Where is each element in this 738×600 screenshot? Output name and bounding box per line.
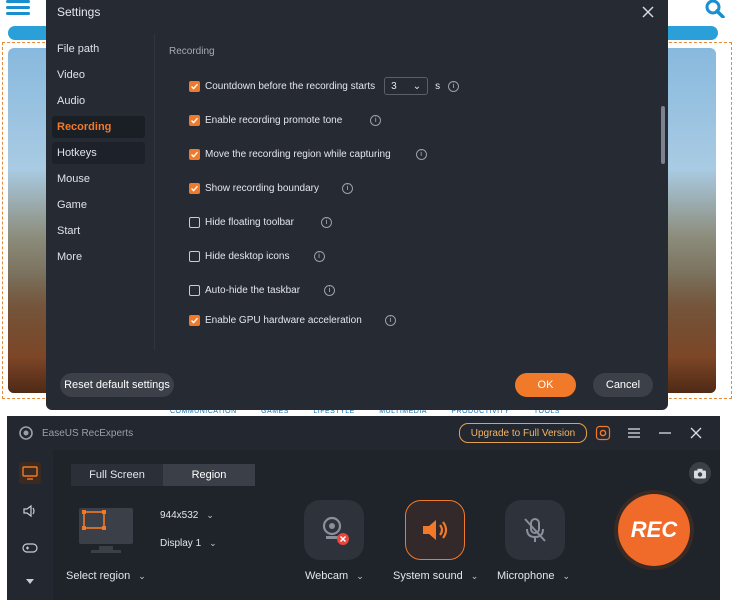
settings-dialog: Settings File path Video Audio Recording… xyxy=(46,0,668,410)
option-label: Move the recording region while capturin… xyxy=(205,148,391,160)
countdown-value: 3 xyxy=(391,80,397,92)
recorder-window: EaseUS RecExperts Upgrade to Full Versio… xyxy=(7,416,720,600)
checkbox[interactable] xyxy=(189,148,200,160)
display-value: Display 1 xyxy=(160,538,202,549)
select-region-label: Select region xyxy=(66,570,131,582)
settings-scrollbar[interactable] xyxy=(661,106,665,164)
sidebar-item-hotkeys[interactable]: Hotkeys xyxy=(52,142,145,164)
system-sound-label: System sound xyxy=(393,570,463,582)
option-hide-toolbar: Hide floating toolbar i xyxy=(189,214,332,230)
screen-mode-icon[interactable] xyxy=(19,462,41,484)
app-logo-icon xyxy=(19,426,33,440)
settings-gear-icon[interactable] xyxy=(594,424,612,442)
game-mode-icon[interactable] xyxy=(19,537,41,559)
option-label: Enable recording promote tone xyxy=(205,114,343,126)
option-label: Enable GPU hardware acceleration xyxy=(205,314,362,326)
option-hide-desktop-icons: Hide desktop icons i xyxy=(189,248,325,264)
settings-title: Settings xyxy=(57,5,101,19)
option-label: Hide desktop icons xyxy=(205,250,290,262)
option-label: Hide floating toolbar xyxy=(205,216,294,228)
select-region-dropdown[interactable]: Select region ⌄ xyxy=(66,570,146,582)
minimize-icon[interactable] xyxy=(656,424,674,442)
option-move-region: Move the recording region while capturin… xyxy=(189,146,427,162)
webcam-label: Webcam xyxy=(305,570,349,582)
settings-content: Recording Countdown before the recording… xyxy=(154,34,663,350)
option-label: Auto-hide the taskbar xyxy=(205,284,301,296)
resolution-select[interactable]: 944x532 ⌄ xyxy=(160,510,214,521)
app-name: EaseUS RecExperts xyxy=(42,428,134,439)
info-icon[interactable]: i xyxy=(370,114,382,126)
screenshot-camera-icon[interactable] xyxy=(689,462,711,484)
chevron-down-icon: ⌄ xyxy=(356,570,364,581)
checkbox[interactable] xyxy=(189,314,200,326)
checkbox[interactable] xyxy=(189,250,200,262)
system-sound-dropdown[interactable]: System sound ⌄ xyxy=(393,570,478,582)
close-icon[interactable] xyxy=(638,2,658,22)
region-monitor-icon[interactable] xyxy=(77,506,135,556)
search-icon[interactable] xyxy=(704,0,726,19)
info-icon[interactable]: i xyxy=(324,284,336,296)
sidebar-item-video[interactable]: Video xyxy=(52,64,145,86)
info-icon[interactable]: i xyxy=(384,314,396,326)
recorder-panel: Full Screen Region 944x532 ⌄ Display 1 ⌄ S… xyxy=(53,450,720,600)
countdown-unit: s xyxy=(435,80,441,92)
option-countdown: Countdown before the recording starts 3 ⌄… xyxy=(189,77,460,95)
hamburger-menu-icon[interactable] xyxy=(6,0,30,15)
microphone-label: Microphone xyxy=(497,570,555,582)
recorder-mode-sidebar xyxy=(7,450,53,600)
tab-full-screen[interactable]: Full Screen xyxy=(71,464,163,486)
section-title: Recording xyxy=(169,46,215,57)
option-auto-hide-taskbar: Auto-hide the taskbar i xyxy=(189,282,336,298)
display-select[interactable]: Display 1 ⌄ xyxy=(160,538,217,549)
microphone-button[interactable] xyxy=(505,500,565,560)
option-show-boundary: Show recording boundary i xyxy=(189,180,353,196)
chevron-down-icon: ⌄ xyxy=(209,538,217,548)
upgrade-button[interactable]: Upgrade to Full Version xyxy=(459,423,587,443)
chevron-down-icon: ⌄ xyxy=(206,510,214,520)
option-label: Countdown before the recording starts xyxy=(205,80,376,92)
sidebar-item-start[interactable]: Start xyxy=(52,220,145,242)
sidebar-item-more[interactable]: More xyxy=(52,246,145,268)
recorder-header: EaseUS RecExperts Upgrade to Full Versio… xyxy=(7,416,720,450)
tab-region[interactable]: Region xyxy=(163,464,255,486)
chevron-down-icon: ⌄ xyxy=(562,570,571,581)
info-icon[interactable]: i xyxy=(320,216,332,228)
checkbox[interactable] xyxy=(189,114,200,126)
settings-sidebar: File path Video Audio Recording Hotkeys … xyxy=(46,38,151,272)
ok-button[interactable]: OK xyxy=(515,373,576,397)
resolution-value: 944x532 xyxy=(160,510,199,521)
info-icon[interactable]: i xyxy=(313,250,325,262)
chevron-down-icon: ⌄ xyxy=(470,570,479,581)
close-icon[interactable] xyxy=(687,424,705,442)
microphone-dropdown[interactable]: Microphone ⌄ xyxy=(497,570,570,582)
webcam-dropdown[interactable]: Webcam ⌄ xyxy=(305,570,364,582)
rec-button[interactable]: REC xyxy=(618,494,690,566)
sidebar-item-audio[interactable]: Audio xyxy=(52,90,145,112)
system-sound-button[interactable] xyxy=(405,500,465,560)
webcam-button[interactable] xyxy=(304,500,364,560)
option-gpu-acceleration: Enable GPU hardware acceleration i xyxy=(189,312,396,328)
option-label: Show recording boundary xyxy=(205,182,319,194)
checkbox[interactable] xyxy=(189,284,200,296)
chevron-down-icon: ⌄ xyxy=(412,80,422,92)
info-icon[interactable]: i xyxy=(448,80,460,92)
sidebar-item-game[interactable]: Game xyxy=(52,194,145,216)
info-icon[interactable]: i xyxy=(341,182,353,194)
countdown-select[interactable]: 3 ⌄ xyxy=(384,77,429,95)
chevron-down-icon: ⌄ xyxy=(138,570,146,581)
checkbox[interactable] xyxy=(189,216,200,228)
checkbox[interactable] xyxy=(189,182,200,194)
info-icon[interactable]: i xyxy=(415,148,427,160)
settings-titlebar: Settings xyxy=(46,0,668,26)
option-promote-tone: Enable recording promote tone i xyxy=(189,112,382,128)
menu-icon[interactable] xyxy=(625,424,643,442)
reset-default-button[interactable]: Reset default settings xyxy=(60,373,174,397)
checkbox[interactable] xyxy=(189,80,200,92)
expand-chevron-icon[interactable] xyxy=(19,570,41,592)
sidebar-item-recording[interactable]: Recording xyxy=(52,116,145,138)
cancel-button[interactable]: Cancel xyxy=(593,373,653,397)
audio-mode-icon[interactable] xyxy=(19,500,41,522)
sidebar-item-file-path[interactable]: File path xyxy=(52,38,145,60)
sidebar-item-mouse[interactable]: Mouse xyxy=(52,168,145,190)
